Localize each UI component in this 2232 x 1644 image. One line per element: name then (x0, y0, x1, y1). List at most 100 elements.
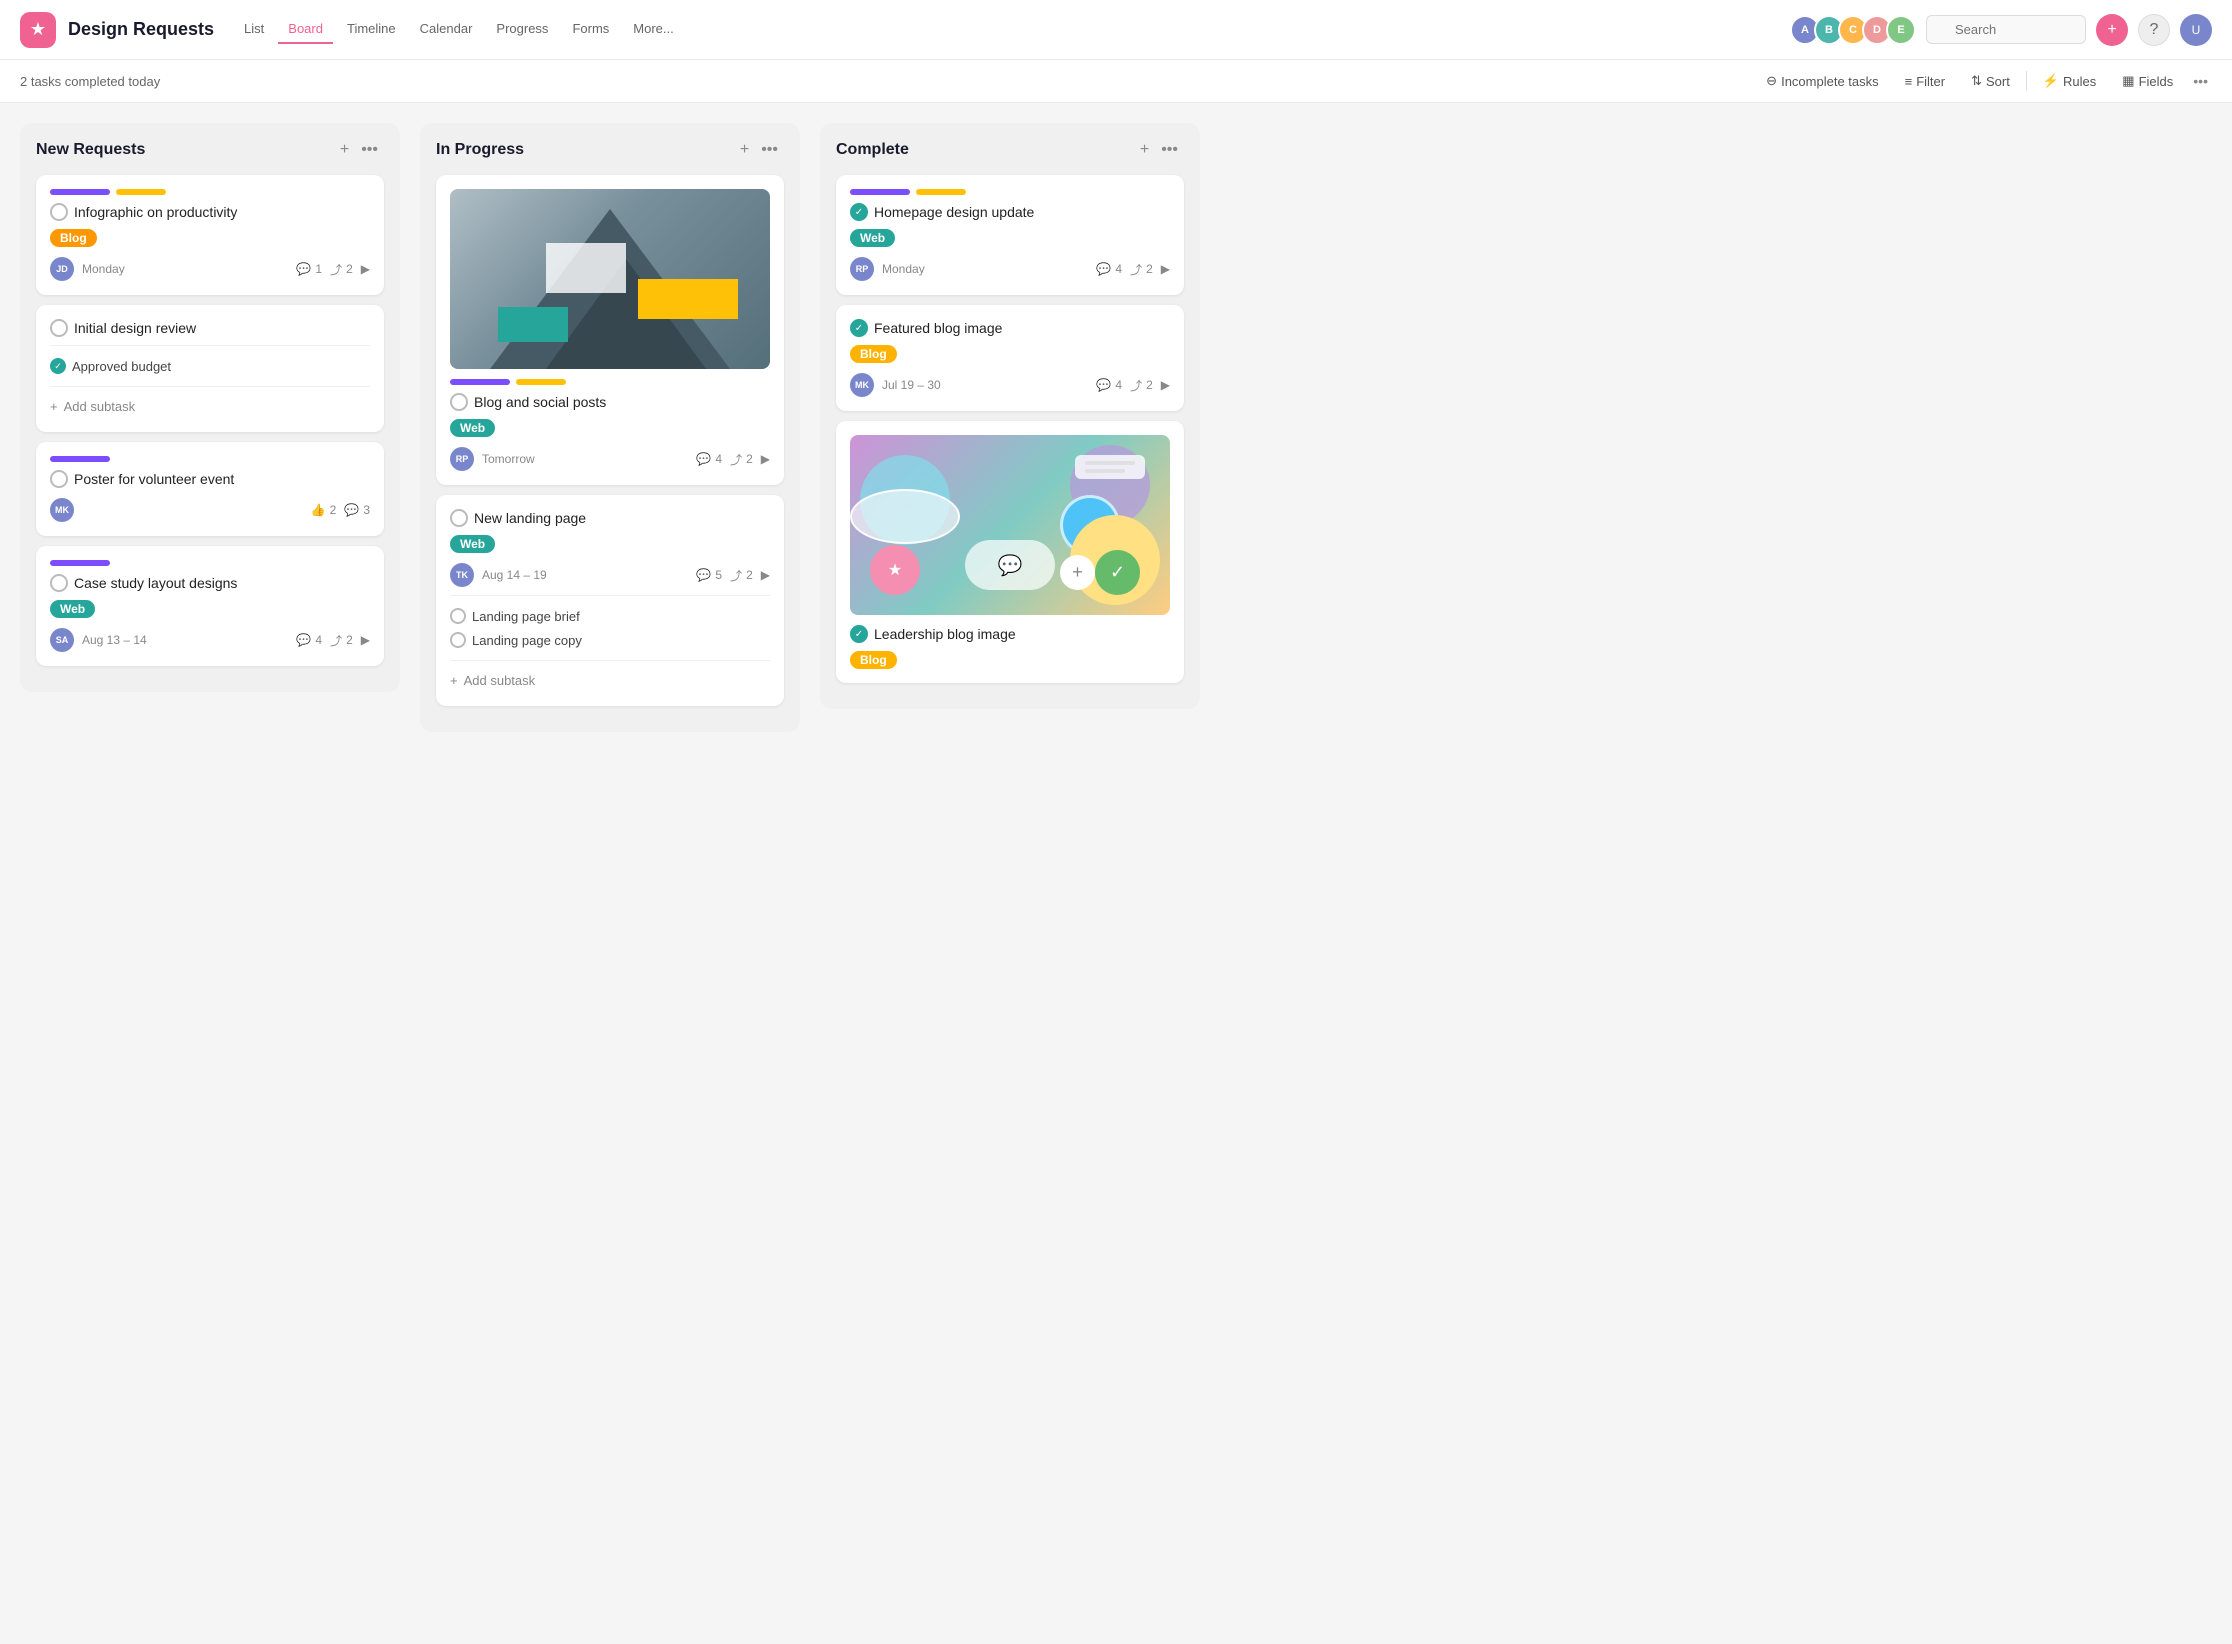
subtask-icon: ⤴ (330, 632, 342, 649)
help-button[interactable]: ? (2138, 14, 2170, 46)
divider (450, 660, 770, 661)
tag-yellow (916, 189, 966, 195)
column-menu-button-in-progress[interactable]: ••• (755, 139, 784, 161)
subtask-item-copy: Landing page copy (450, 628, 770, 652)
task-status-icon-done: ✓ (850, 203, 868, 221)
comment-count: 💬 3 (344, 503, 370, 517)
comment-count: 💬 4 (696, 452, 722, 466)
rules-button[interactable]: ⚡ Rules (2033, 68, 2106, 94)
assignee-avatar: RP (450, 447, 474, 471)
card-tags (450, 379, 770, 385)
column-new-requests: New Requests + ••• Infographic on produc… (20, 123, 400, 692)
subtask-check-icon: ✓ (50, 358, 66, 374)
card-case-study: Case study layout designs Web SA Aug 13 … (36, 546, 384, 666)
assignee-avatar: MK (850, 373, 874, 397)
add-subtask-button[interactable]: + Add subtask (450, 669, 770, 692)
tab-forms[interactable]: Forms (562, 15, 619, 44)
column-menu-button-new-requests[interactable]: ••• (355, 139, 384, 161)
subtask-count: ⤴ 2 (1130, 377, 1153, 394)
expand-icon[interactable]: ▶ (1161, 262, 1170, 276)
subtask-item: ✓ Approved budget (50, 354, 370, 378)
column-menu-button-complete[interactable]: ••• (1155, 139, 1184, 161)
shape-lines (1075, 455, 1145, 479)
tab-timeline[interactable]: Timeline (337, 15, 406, 44)
expand-icon[interactable]: ▶ (1161, 378, 1170, 392)
card-homepage: ✓ Homepage design update Web RP Monday 💬… (836, 175, 1184, 295)
card-leadership: ★ 💬 ✓ + ✓ Leadership blog image Blog (836, 421, 1184, 683)
tab-calendar[interactable]: Calendar (410, 15, 483, 44)
subtask-count: ⤴ 2 (730, 567, 753, 584)
search-wrap: 🔍 (1926, 15, 2086, 44)
toolbar-right: ⊖ Incomplete tasks ≡ Filter ⇅ Sort ⚡ Rul… (1756, 68, 2212, 94)
comment-icon: 💬 (296, 262, 311, 276)
assignee-avatar: TK (450, 563, 474, 587)
avatar-5[interactable]: E (1886, 15, 1916, 45)
card-badge-web[interactable]: Web (450, 419, 495, 437)
tasks-completed-text: 2 tasks completed today (20, 74, 160, 89)
line-1 (1085, 461, 1135, 465)
app-icon: ★ (20, 12, 56, 48)
card-footer: SA Aug 13 – 14 💬 4 ⤴ 2 ▶ (50, 628, 370, 652)
tab-progress[interactable]: Progress (486, 15, 558, 44)
fields-button[interactable]: ▦ Fields (2112, 68, 2183, 94)
fields-icon: ▦ (2122, 73, 2134, 89)
app-title: Design Requests (68, 19, 214, 40)
like-icon: 👍 (311, 503, 326, 517)
add-button[interactable]: + (2096, 14, 2128, 46)
column-title-new-requests: New Requests (36, 141, 334, 159)
card-featured-blog: ✓ Featured blog image Blog MK Jul 19 – 3… (836, 305, 1184, 411)
column-header-new-requests: New Requests + ••• (36, 139, 384, 161)
toolbar-divider (2026, 71, 2027, 91)
filter-button[interactable]: ≡ Filter (1895, 69, 1955, 94)
user-avatar[interactable]: U (2180, 14, 2212, 46)
divider (450, 595, 770, 596)
expand-icon[interactable]: ▶ (361, 262, 370, 276)
tab-board[interactable]: Board (278, 15, 333, 44)
card-poster: Poster for volunteer event MK 👍 2 💬 3 (36, 442, 384, 536)
expand-icon[interactable]: ▶ (761, 452, 770, 466)
rules-icon: ⚡ (2043, 73, 2059, 89)
overlay-yellow (638, 279, 738, 319)
shape-check-circle: ✓ (1095, 550, 1140, 595)
card-landing-page: New landing page Web TK Aug 14 – 19 💬 5 … (436, 495, 784, 706)
tab-list[interactable]: List (234, 15, 274, 44)
board: New Requests + ••• Infographic on produc… (0, 103, 2232, 1627)
incomplete-tasks-button[interactable]: ⊖ Incomplete tasks (1756, 68, 1888, 94)
comment-icon: 💬 (1096, 262, 1111, 276)
task-status-icon (450, 509, 468, 527)
expand-icon[interactable]: ▶ (761, 568, 770, 582)
tab-more[interactable]: More... (623, 15, 683, 44)
column-header-complete: Complete + ••• (836, 139, 1184, 161)
card-badge-web[interactable]: Web (450, 535, 495, 553)
task-status-icon (50, 470, 68, 488)
card-badge-blog[interactable]: Blog (850, 345, 897, 363)
card-tags (50, 560, 370, 566)
more-options-icon[interactable]: ••• (2189, 69, 2212, 93)
card-badge-blog[interactable]: Blog (850, 651, 897, 669)
column-add-button-in-progress[interactable]: + (734, 139, 755, 161)
card-title: ✓ Leadership blog image (850, 625, 1170, 643)
comment-icon: 💬 (1096, 378, 1111, 392)
card-blog-social: Blog and social posts Web RP Tomorrow 💬 … (436, 175, 784, 485)
add-subtask-button[interactable]: + Add subtask (50, 395, 370, 418)
column-add-button-new-requests[interactable]: + (334, 139, 355, 161)
subtask-item-brief: Landing page brief (450, 604, 770, 628)
subtask-count: ⤴ 2 (1130, 261, 1153, 278)
overlay-teal (498, 307, 568, 342)
card-badge-web[interactable]: Web (850, 229, 895, 247)
column-add-button-complete[interactable]: + (1134, 139, 1155, 161)
toolbar: 2 tasks completed today ⊖ Incomplete tas… (0, 60, 2232, 103)
column-header-in-progress: In Progress + ••• (436, 139, 784, 161)
search-input[interactable] (1926, 15, 2086, 44)
expand-icon[interactable]: ▶ (361, 633, 370, 647)
column-title-complete: Complete (836, 141, 1134, 159)
subtask-count: ⤴ 2 (330, 261, 353, 278)
task-status-icon-done: ✓ (850, 319, 868, 337)
card-badge-blog[interactable]: Blog (50, 229, 97, 247)
subtask-icon: ⤴ (730, 451, 742, 468)
incomplete-tasks-icon: ⊖ (1766, 73, 1777, 89)
sort-button[interactable]: ⇅ Sort (1961, 68, 2020, 94)
shape-star: ★ (870, 545, 920, 595)
card-badge-web[interactable]: Web (50, 600, 95, 618)
card-footer: RP Tomorrow 💬 4 ⤴ 2 ▶ (450, 447, 770, 471)
